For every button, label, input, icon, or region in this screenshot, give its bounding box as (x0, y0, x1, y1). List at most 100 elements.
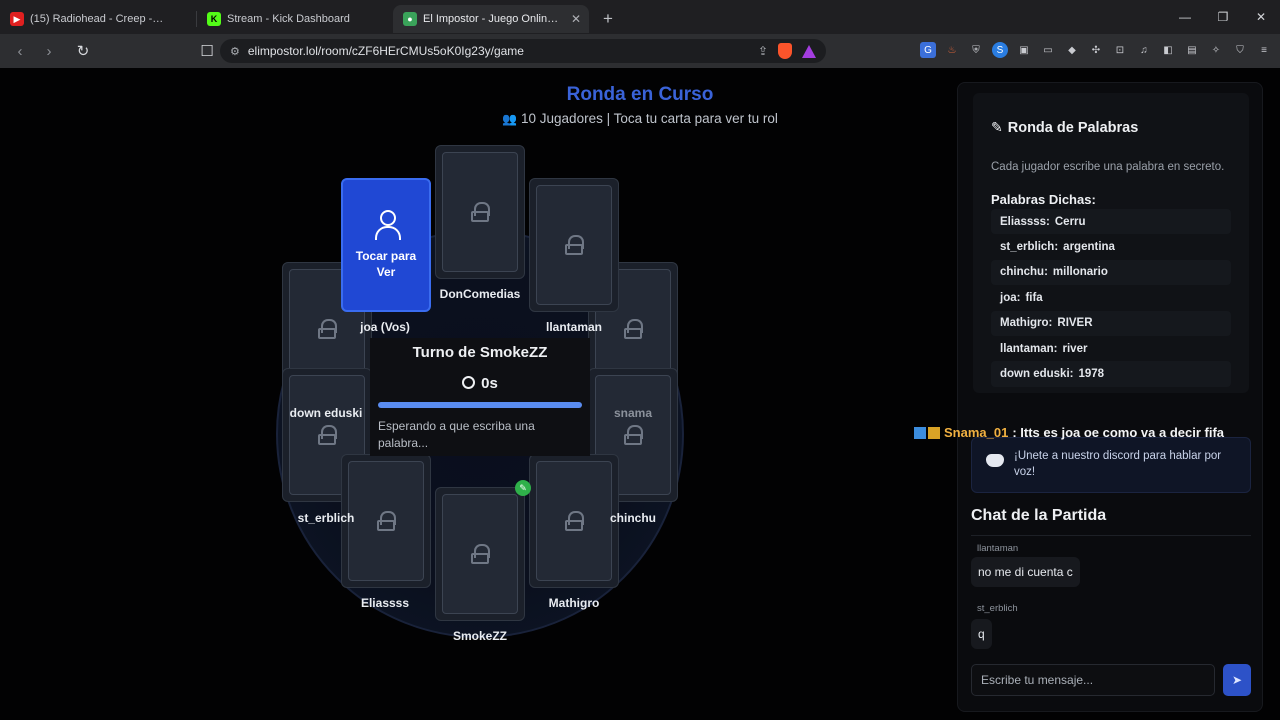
tab-impostor[interactable]: ● El Impostor - Juego Online Grat ✕ (393, 5, 589, 33)
word-player: Mathigro: (1000, 317, 1053, 330)
kick-icon: K (207, 12, 221, 26)
page-subtitle: 👥 10 Jugadores | Toca tu carta para ver t… (470, 111, 810, 126)
lock-icon (624, 425, 643, 445)
close-tab-icon[interactable]: ✕ (571, 12, 581, 26)
word-player: joa: (1000, 291, 1021, 304)
turn-title: Turno de SmokeZZ (412, 344, 548, 361)
word-player: llantaman: (1000, 342, 1058, 355)
player-name: llantaman (545, 320, 602, 334)
discord-text: ¡Unete a nuestro discord para hablar por… (1014, 450, 1222, 478)
word-value: 1978 (1078, 368, 1105, 381)
word-value: river (1062, 342, 1088, 355)
words-round-title: ✎ Ronda de Palabras (991, 119, 1138, 136)
tab-kick[interactable]: K Stream - Kick Dashboard (197, 5, 393, 33)
chat-input[interactable] (971, 664, 1215, 696)
fire-icon[interactable]: ♨ (944, 42, 960, 58)
tab-title: El Impostor - Juego Online Grat (423, 13, 559, 25)
waiting-text: Esperando a que escriba una palabra... (378, 419, 535, 450)
pip-icon[interactable]: ▭ (1040, 42, 1056, 58)
address-bar-icons: ⇪ (758, 43, 826, 59)
share-icon[interactable]: ⇪ (758, 44, 768, 58)
chat-message-bubble: no me di cuenta c (971, 557, 1080, 587)
player-card-doncomedias[interactable] (435, 145, 525, 279)
diamond-icon[interactable]: ◆ (1064, 42, 1080, 58)
menu-icon[interactable]: ≡ (1256, 42, 1272, 58)
browser-tab-bar: ▶ (15) Radiohead - Creep - YouTube K Str… (0, 0, 1280, 34)
shield-extension-icon[interactable]: ⛨ (968, 42, 984, 58)
turn-panel: Turno de SmokeZZ 0s Esperando a que escr… (370, 338, 590, 456)
crown-icon (928, 426, 940, 439)
new-tab-button[interactable]: + (595, 6, 621, 32)
brave-rewards-icon[interactable] (802, 44, 816, 58)
impostor-icon: ● (403, 12, 417, 26)
word-entry: chinchu: millonario (991, 259, 1231, 286)
chat-divider (971, 535, 1251, 536)
forward-button[interactable]: › (37, 39, 61, 63)
words-list: Eliassss: Cerru st_erblich: argentina chin… (991, 209, 1231, 387)
pencil-icon: ✎ (991, 119, 1003, 135)
close-window-button[interactable]: ✕ (1242, 0, 1280, 34)
lock-icon (471, 544, 490, 564)
tab-youtube[interactable]: ▶ (15) Radiohead - Creep - YouTube (0, 5, 196, 33)
overlay-message: : Itts es joa oe como va a decir fifa (1012, 425, 1225, 440)
word-player: down eduski: (1000, 368, 1074, 381)
lock-icon (471, 202, 490, 222)
player-card-smokezz[interactable] (435, 487, 525, 621)
player-name: down eduski (289, 406, 363, 420)
youtube-icon: ▶ (10, 12, 24, 26)
overlay-username: Snama_01 (944, 425, 1009, 440)
badge-icon (914, 426, 926, 439)
player-name: chinchu (609, 511, 656, 525)
brave-shield-icon[interactable] (778, 43, 792, 59)
chat-message-bubble: q (971, 619, 992, 649)
extensions-bar: G ♨ ⛨ S ▣ ▭ ◆ ✣ ⊡ ♫ ◧ ▤ ✧ ⛉ ≡ (920, 42, 1272, 58)
maximize-button[interactable]: ❐ (1204, 0, 1242, 34)
side-panel: ✎ Ronda de Palabras Cada jugador escribe … (957, 82, 1263, 712)
turn-timer: 0s (370, 375, 590, 392)
words-round-description: Cada jugador escribe una palabra en secr… (991, 161, 1225, 173)
screenshot-icon[interactable]: ⊡ (1112, 42, 1128, 58)
turn-progress-bar (378, 402, 582, 408)
grid-extension-icon[interactable]: ▣ (1016, 42, 1032, 58)
words-said-heading: Palabras Dichas: (991, 192, 1096, 207)
word-player: Eliassss: (1000, 215, 1050, 228)
translate-icon[interactable]: G (920, 42, 936, 58)
site-info-icon[interactable]: ⚙ (230, 45, 240, 58)
discord-banner[interactable]: ¡Unete a nuestro discord para hablar por… (971, 437, 1251, 493)
send-button[interactable]: ➤ (1223, 664, 1251, 696)
chat-title: Chat de la Partida (971, 507, 1107, 524)
back-button[interactable]: ‹ (8, 39, 32, 63)
word-player: st_erblich: (1000, 241, 1059, 254)
player-name: SmokeZZ (452, 629, 507, 643)
player-card-joa-me[interactable]: Tocar para Ver (341, 178, 431, 312)
reload-button[interactable]: ↻ (71, 39, 95, 63)
player-name: snama (613, 406, 653, 420)
word-value: millonario (1052, 266, 1108, 279)
tab-title: (15) Radiohead - Creep - YouTube (30, 13, 166, 25)
address-bar[interactable]: ⚙ elimpostor.lol/room/cZF6HErCMUs5oK0Ig2… (220, 39, 826, 63)
minimize-button[interactable]: — (1166, 0, 1204, 34)
music-icon[interactable]: ♫ (1136, 42, 1152, 58)
ai-sparkle-icon[interactable]: ✧ (1208, 42, 1224, 58)
tab-title: Stream - Kick Dashboard (227, 13, 350, 25)
lock-icon (565, 235, 584, 255)
player-name: joa (Vos) (360, 320, 410, 334)
bookmark-icon[interactable]: ☐ (195, 39, 219, 63)
game-page: Ronda en Curso 👥 10 Jugadores | Toca tu c… (0, 68, 1280, 720)
send-icon: ➤ (1231, 673, 1243, 687)
blue-extension-icon[interactable]: S (992, 42, 1008, 58)
sidebar-icon[interactable]: ◧ (1160, 42, 1176, 58)
player-name: Eliassss (360, 596, 410, 610)
word-value: fifa (1025, 291, 1043, 304)
url-text: elimpostor.lol/room/cZF6HErCMUs5oK0Ig23y… (247, 44, 524, 58)
wallet-icon[interactable]: ▤ (1184, 42, 1200, 58)
puzzle-icon[interactable]: ✣ (1088, 42, 1104, 58)
words-round-box: ✎ Ronda de Palabras Cada jugador escribe … (973, 93, 1249, 393)
chat-message-author: st_erblich (977, 603, 1018, 614)
player-card-llantaman[interactable] (529, 178, 619, 312)
player-name: DonComedias (439, 287, 521, 301)
vpn-icon[interactable]: ⛉ (1232, 42, 1248, 58)
chat-message-author: llantaman (977, 543, 1019, 551)
browser-toolbar: ‹ › ↻ ☐ ⚙ elimpostor.lol/room/cZF6HErCMU… (0, 34, 1280, 68)
word-entry: st_erblich: argentina (991, 234, 1231, 259)
